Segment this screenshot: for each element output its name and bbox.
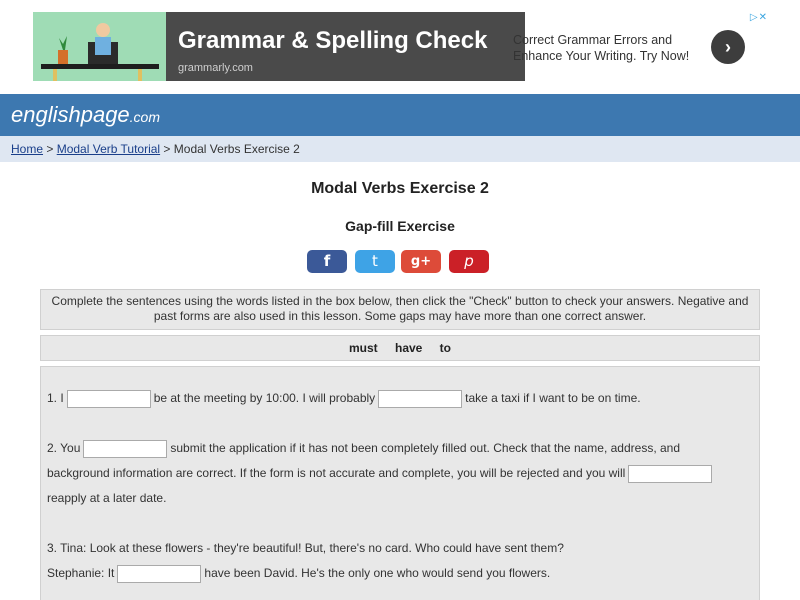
ad-banner[interactable]: Grammar & Spelling Check grammarly.com C… bbox=[33, 12, 768, 81]
question-text: submit the application if it has not bee… bbox=[170, 441, 681, 455]
ad-choices-icon[interactable]: ▷✕ bbox=[750, 12, 768, 23]
question-text: 2. You bbox=[47, 441, 81, 455]
question-2-line-3: reapply at a later date. bbox=[47, 489, 166, 507]
question-text: 3. Tina: Look at these flowers - they're… bbox=[47, 541, 564, 555]
gap-input-2a[interactable] bbox=[83, 439, 168, 458]
breadcrumb-separator: > bbox=[160, 142, 174, 156]
question-text: background information are correct. If t… bbox=[47, 466, 626, 480]
twitter-share-button[interactable]: t bbox=[355, 250, 395, 273]
site-logo[interactable]: englishpage.com bbox=[11, 102, 160, 128]
ad-headline[interactable]: Grammar & Spelling Check bbox=[178, 27, 487, 55]
ad-domain: grammarly.com bbox=[178, 62, 253, 74]
page-title: Modal Verbs Exercise 2 bbox=[311, 180, 489, 197]
pinterest-share-button[interactable]: p bbox=[449, 250, 489, 273]
question-text: have been David. He's the only one who w… bbox=[204, 566, 551, 580]
question-2-line-2: background information are correct. If t… bbox=[47, 464, 715, 483]
breadcrumb: Home > Modal Verb Tutorial > Modal Verbs… bbox=[0, 136, 800, 162]
logo-main-text: englishpage bbox=[11, 102, 130, 127]
exercise-panel: 1. I be at the meeting by 10:00. I will p… bbox=[40, 366, 760, 600]
site-header: englishpage.com bbox=[0, 94, 800, 136]
gap-input-1a[interactable] bbox=[66, 389, 151, 408]
instructions-box: Complete the sentences using the words l… bbox=[40, 289, 760, 330]
question-text: take a taxi if I want to be on time. bbox=[465, 391, 641, 405]
word-box: must have to bbox=[40, 335, 760, 361]
question-3-line-2: Stephanie: It have been David. He's the o… bbox=[47, 564, 550, 583]
question-2-line-1: 2. You submit the application if it has n… bbox=[47, 439, 680, 458]
question-text: be at the meeting by 10:00. I will proba… bbox=[153, 391, 376, 405]
breadcrumb-separator: > bbox=[43, 142, 57, 156]
question-text: Stephanie: It bbox=[47, 566, 115, 580]
gap-input-2b[interactable] bbox=[628, 464, 713, 483]
question-1: 1. I be at the meeting by 10:00. I will p… bbox=[47, 389, 641, 408]
question-text: reapply at a later date. bbox=[47, 491, 167, 505]
breadcrumb-tutorial-link[interactable]: Modal Verb Tutorial bbox=[57, 142, 160, 156]
breadcrumb-home-link[interactable]: Home bbox=[11, 142, 43, 156]
ad-headline-box[interactable]: Grammar & Spelling Check grammarly.com bbox=[166, 12, 525, 81]
gap-input-1b[interactable] bbox=[378, 389, 463, 408]
gap-input-3a[interactable] bbox=[117, 564, 202, 583]
question-text: 1. I bbox=[47, 391, 64, 405]
ad-illustration bbox=[33, 12, 166, 81]
ad-tagline[interactable]: Correct Grammar Errors and Enhance Your … bbox=[513, 32, 703, 64]
question-3-line-1: 3. Tina: Look at these flowers - they're… bbox=[47, 539, 564, 557]
logo-tld-text: .com bbox=[129, 109, 161, 125]
chevron-right-icon[interactable]: › bbox=[711, 30, 745, 64]
facebook-share-button[interactable]: f bbox=[307, 250, 347, 273]
breadcrumb-current: Modal Verbs Exercise 2 bbox=[173, 142, 300, 156]
googleplus-share-button[interactable]: g+ bbox=[401, 250, 441, 273]
exercise-subtitle: Gap-fill Exercise bbox=[345, 218, 455, 234]
